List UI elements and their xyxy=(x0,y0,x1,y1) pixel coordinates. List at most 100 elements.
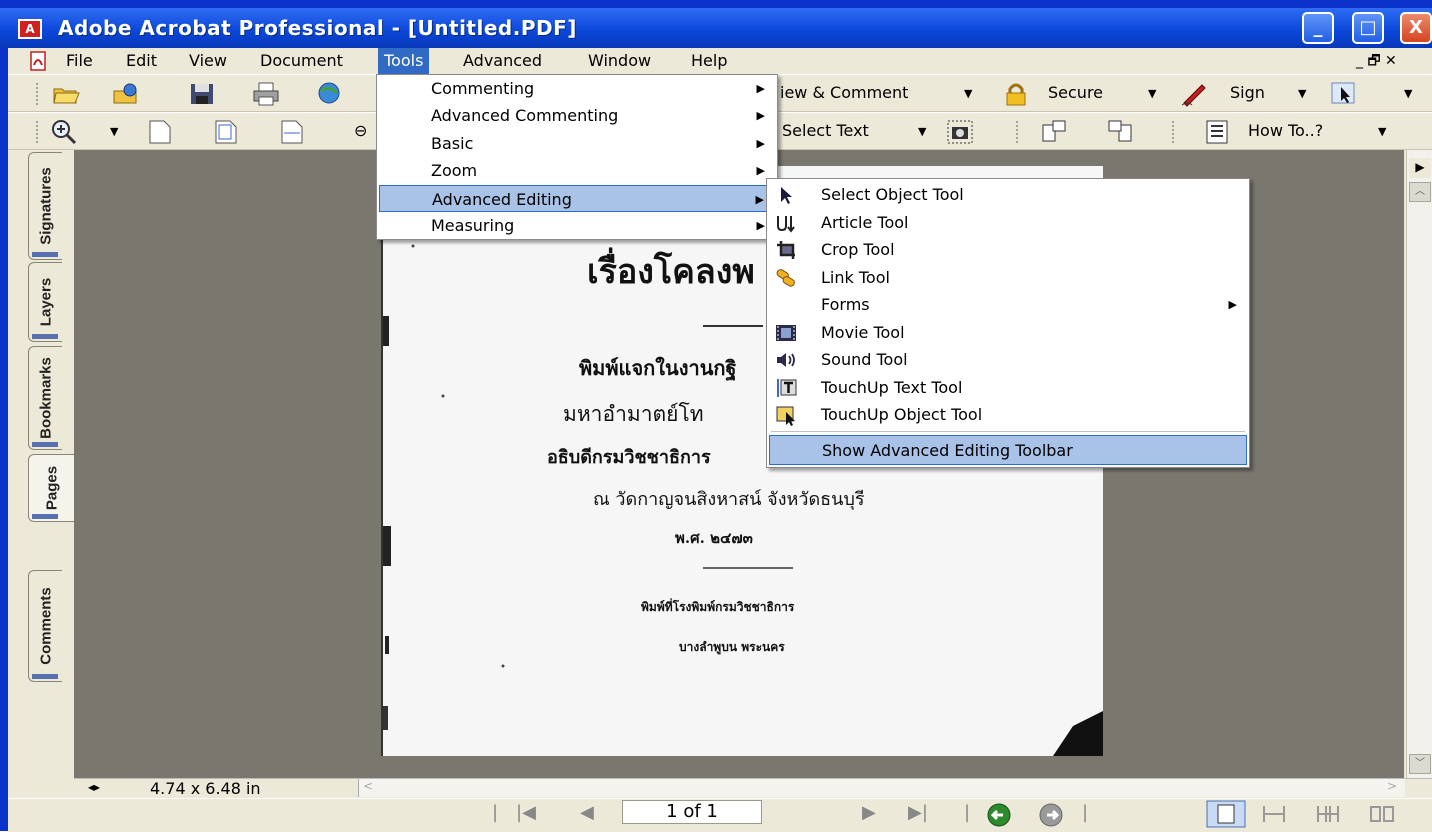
menu-item-touchup-object-tool[interactable]: TouchUp Object Tool xyxy=(769,401,1247,428)
open-folder-icon[interactable] xyxy=(52,81,80,107)
panel-expand-icon[interactable]: ▶ xyxy=(1409,158,1431,178)
menu-tools[interactable]: Tools xyxy=(378,48,430,74)
menu-item-advanced-editing[interactable]: Advanced Editing ▶ xyxy=(379,185,775,212)
pen-sign-icon[interactable] xyxy=(1180,81,1208,107)
actual-size-page-icon[interactable] xyxy=(146,119,174,145)
toolbar-grip[interactable] xyxy=(36,121,42,143)
menu-item-select-object-tool[interactable]: Select Object Tool xyxy=(769,181,1247,208)
close-button[interactable]: X xyxy=(1400,12,1432,44)
scroll-right-icon[interactable]: > xyxy=(1387,779,1397,793)
toolbar-grip[interactable] xyxy=(1016,121,1022,143)
how-to-dropdown-icon[interactable]: ▼ xyxy=(1378,125,1386,138)
maximize-button[interactable]: □ xyxy=(1352,12,1384,44)
tools-menu: Commenting ▶ Advanced Commenting ▶ Basic ▶ … xyxy=(376,74,778,240)
scroll-up-icon[interactable]: ︿ xyxy=(1409,182,1431,202)
zoom-dropdown-icon[interactable]: ▼ xyxy=(110,125,118,138)
page-number-field[interactable]: 1 of 1 xyxy=(622,800,762,824)
scroll-down-icon[interactable]: ﹀ xyxy=(1409,754,1431,774)
document-window-controls[interactable]: _ 🗗 ✕ xyxy=(1356,50,1397,74)
single-page-layout-icon[interactable] xyxy=(1206,800,1246,828)
menu-item-forms[interactable]: Forms ▶ xyxy=(769,291,1247,318)
tab-pages[interactable]: Pages xyxy=(28,454,74,522)
go-back-view-icon[interactable] xyxy=(986,802,1012,828)
menu-item-movie-tool[interactable]: Movie Tool xyxy=(769,319,1247,346)
menu-item-show-advanced-editing-toolbar[interactable]: Show Advanced Editing Toolbar xyxy=(769,435,1247,465)
menu-item-advanced-commenting[interactable]: Advanced Commenting ▶ xyxy=(379,102,775,129)
tab-bookmarks-label: Bookmarks xyxy=(37,357,54,439)
tab-layers-label: Layers xyxy=(37,277,54,327)
fit-width-icon[interactable] xyxy=(278,119,306,145)
menu-help[interactable]: Help xyxy=(685,48,733,74)
next-page-icon[interactable]: ▶ xyxy=(862,802,876,823)
previous-page-icon[interactable]: ◀ xyxy=(580,802,594,823)
review-comment-label[interactable]: iew & Comment xyxy=(780,83,908,102)
fit-page-icon[interactable] xyxy=(212,119,240,145)
menu-item-basic[interactable]: Basic ▶ xyxy=(379,130,775,157)
toolbar-grip[interactable] xyxy=(1172,121,1178,143)
secure-dropdown-icon[interactable]: ▼ xyxy=(1148,87,1156,100)
menu-bar: File Edit View Document Tools Advanced W… xyxy=(8,48,1432,74)
rotate-clockwise-icon[interactable] xyxy=(1040,119,1068,145)
tab-comments[interactable]: Comments xyxy=(28,570,62,682)
horizontal-scrollbar[interactable]: < > xyxy=(358,779,1405,797)
toolbar-grip[interactable] xyxy=(36,83,42,105)
sign-label[interactable]: Sign xyxy=(1230,83,1265,102)
sign-dropdown-icon[interactable]: ▼ xyxy=(1298,87,1306,100)
pdf-document-icon xyxy=(30,51,46,71)
menu-item-label: Measuring xyxy=(431,216,515,235)
scroll-left-icon[interactable]: < xyxy=(363,779,373,793)
menu-item-commenting[interactable]: Commenting ▶ xyxy=(379,75,775,102)
document-year: พ.ศ. ๒๔๗๓ xyxy=(675,529,753,547)
first-page-icon[interactable]: |◀ xyxy=(516,802,536,823)
menu-item-label: Article Tool xyxy=(821,213,909,232)
rotate-view-icon[interactable]: ⊖ xyxy=(354,121,367,140)
organizer-icon[interactable] xyxy=(112,81,140,107)
email-globe-icon[interactable] xyxy=(316,81,344,107)
menu-window[interactable]: Window xyxy=(582,48,657,74)
menu-item-touchup-text-tool[interactable]: TouchUp Text Tool xyxy=(769,374,1247,401)
menu-item-measuring[interactable]: Measuring ▶ xyxy=(379,212,775,239)
menu-item-article-tool[interactable]: Article Tool xyxy=(769,209,1247,236)
nav-separator: | xyxy=(1082,802,1089,823)
tab-layers[interactable]: Layers xyxy=(28,262,62,342)
menu-separator xyxy=(771,431,1245,432)
tab-signatures[interactable]: Signatures xyxy=(28,152,62,260)
tab-comments-label: Comments xyxy=(37,587,54,665)
select-text-label[interactable]: Select Text xyxy=(782,121,869,140)
lock-icon[interactable] xyxy=(1002,81,1030,107)
select-tool-icon[interactable] xyxy=(1330,81,1358,107)
continuous-layout-icon[interactable] xyxy=(1260,804,1288,824)
print-icon[interactable] xyxy=(252,81,280,107)
menu-edit[interactable]: Edit xyxy=(120,48,163,74)
vertical-scrollbar[interactable]: ▶ ︿ ﹀ xyxy=(1406,150,1432,778)
zoom-in-icon[interactable] xyxy=(50,119,78,145)
go-forward-view-icon[interactable] xyxy=(1038,802,1064,828)
menu-view[interactable]: View xyxy=(183,48,233,74)
menu-file[interactable]: File xyxy=(60,48,99,74)
submenu-arrow-icon: ▶ xyxy=(756,219,765,232)
link-icon xyxy=(776,269,795,287)
menu-advanced[interactable]: Advanced xyxy=(457,48,548,74)
tools-dropdown-icon[interactable]: ▼ xyxy=(1404,87,1412,100)
tab-bookmarks[interactable]: Bookmarks xyxy=(28,346,62,450)
menu-item-link-tool[interactable]: Link Tool xyxy=(769,264,1247,291)
snapshot-camera-icon[interactable] xyxy=(946,119,974,145)
menu-item-zoom[interactable]: Zoom ▶ xyxy=(379,157,775,184)
rotate-counterclockwise-icon[interactable] xyxy=(1106,119,1134,145)
secure-label[interactable]: Secure xyxy=(1048,83,1103,102)
menu-item-crop-tool[interactable]: Crop Tool xyxy=(769,236,1247,263)
menu-document[interactable]: Document xyxy=(254,48,349,74)
split-handle-icon[interactable]: ◂▸ xyxy=(88,780,100,794)
title-bar[interactable]: A Adobe Acrobat Professional - [Untitled… xyxy=(0,8,1432,48)
save-icon[interactable] xyxy=(188,81,216,107)
minimize-button[interactable]: _ xyxy=(1302,12,1334,44)
continuous-facing-layout-icon[interactable] xyxy=(1368,804,1396,824)
facing-layout-icon[interactable] xyxy=(1314,804,1342,824)
submenu-arrow-icon: ▶ xyxy=(1228,298,1237,311)
last-page-icon[interactable]: ▶| xyxy=(908,802,928,823)
menu-item-sound-tool[interactable]: Sound Tool xyxy=(769,346,1247,373)
how-to-list-icon[interactable] xyxy=(1204,119,1232,145)
select-text-dropdown-icon[interactable]: ▼ xyxy=(918,125,926,138)
how-to-label[interactable]: How To..? xyxy=(1248,121,1323,140)
review-dropdown-icon[interactable]: ▼ xyxy=(964,87,972,100)
